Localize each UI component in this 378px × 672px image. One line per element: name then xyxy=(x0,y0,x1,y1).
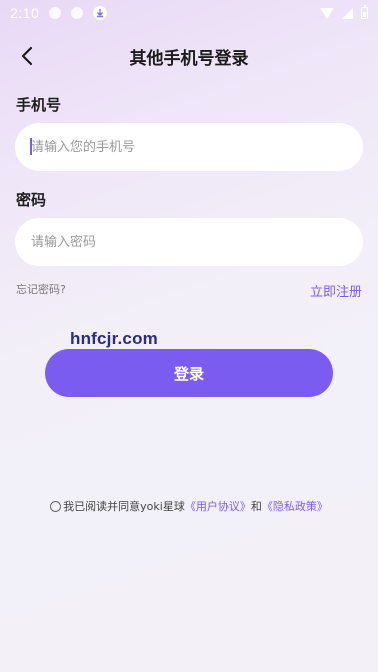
text-cursor xyxy=(30,138,32,155)
status-bar: 2:10 xyxy=(0,0,378,26)
header: 其他手机号登录 xyxy=(0,36,378,76)
agreement-text: 我已阅读并同意yoki星球 xyxy=(63,500,185,513)
battery-icon xyxy=(361,5,368,19)
login-button[interactable]: 登录 xyxy=(45,349,333,397)
notification-icon xyxy=(71,7,84,19)
phone-label: 手机号 xyxy=(16,96,62,114)
forgot-password-link[interactable]: 忘记密码? xyxy=(16,281,66,297)
phone-input[interactable] xyxy=(15,123,363,171)
user-agreement-link[interactable]: 《用户协议》 xyxy=(185,498,251,514)
register-link[interactable]: 立即注册 xyxy=(310,281,362,300)
privacy-policy-link[interactable]: 《隐私政策》 xyxy=(262,498,328,514)
download-icon xyxy=(93,6,108,20)
agreement-and: 和 xyxy=(250,500,262,513)
agreement-checkbox[interactable] xyxy=(50,500,62,512)
wifi-icon xyxy=(320,7,334,19)
signal-icon xyxy=(342,7,353,19)
watermark: hnfcjr.com xyxy=(70,329,158,348)
password-label: 密码 xyxy=(16,191,47,209)
notification-icon xyxy=(49,7,62,19)
agreement-row: 我已阅读并同意yoki星球 《用户协议》 和 《隐私政策》 xyxy=(0,498,378,514)
password-input[interactable] xyxy=(15,218,363,266)
status-time: 2:10 xyxy=(10,5,40,21)
page-title: 其他手机号登录 xyxy=(129,49,249,69)
